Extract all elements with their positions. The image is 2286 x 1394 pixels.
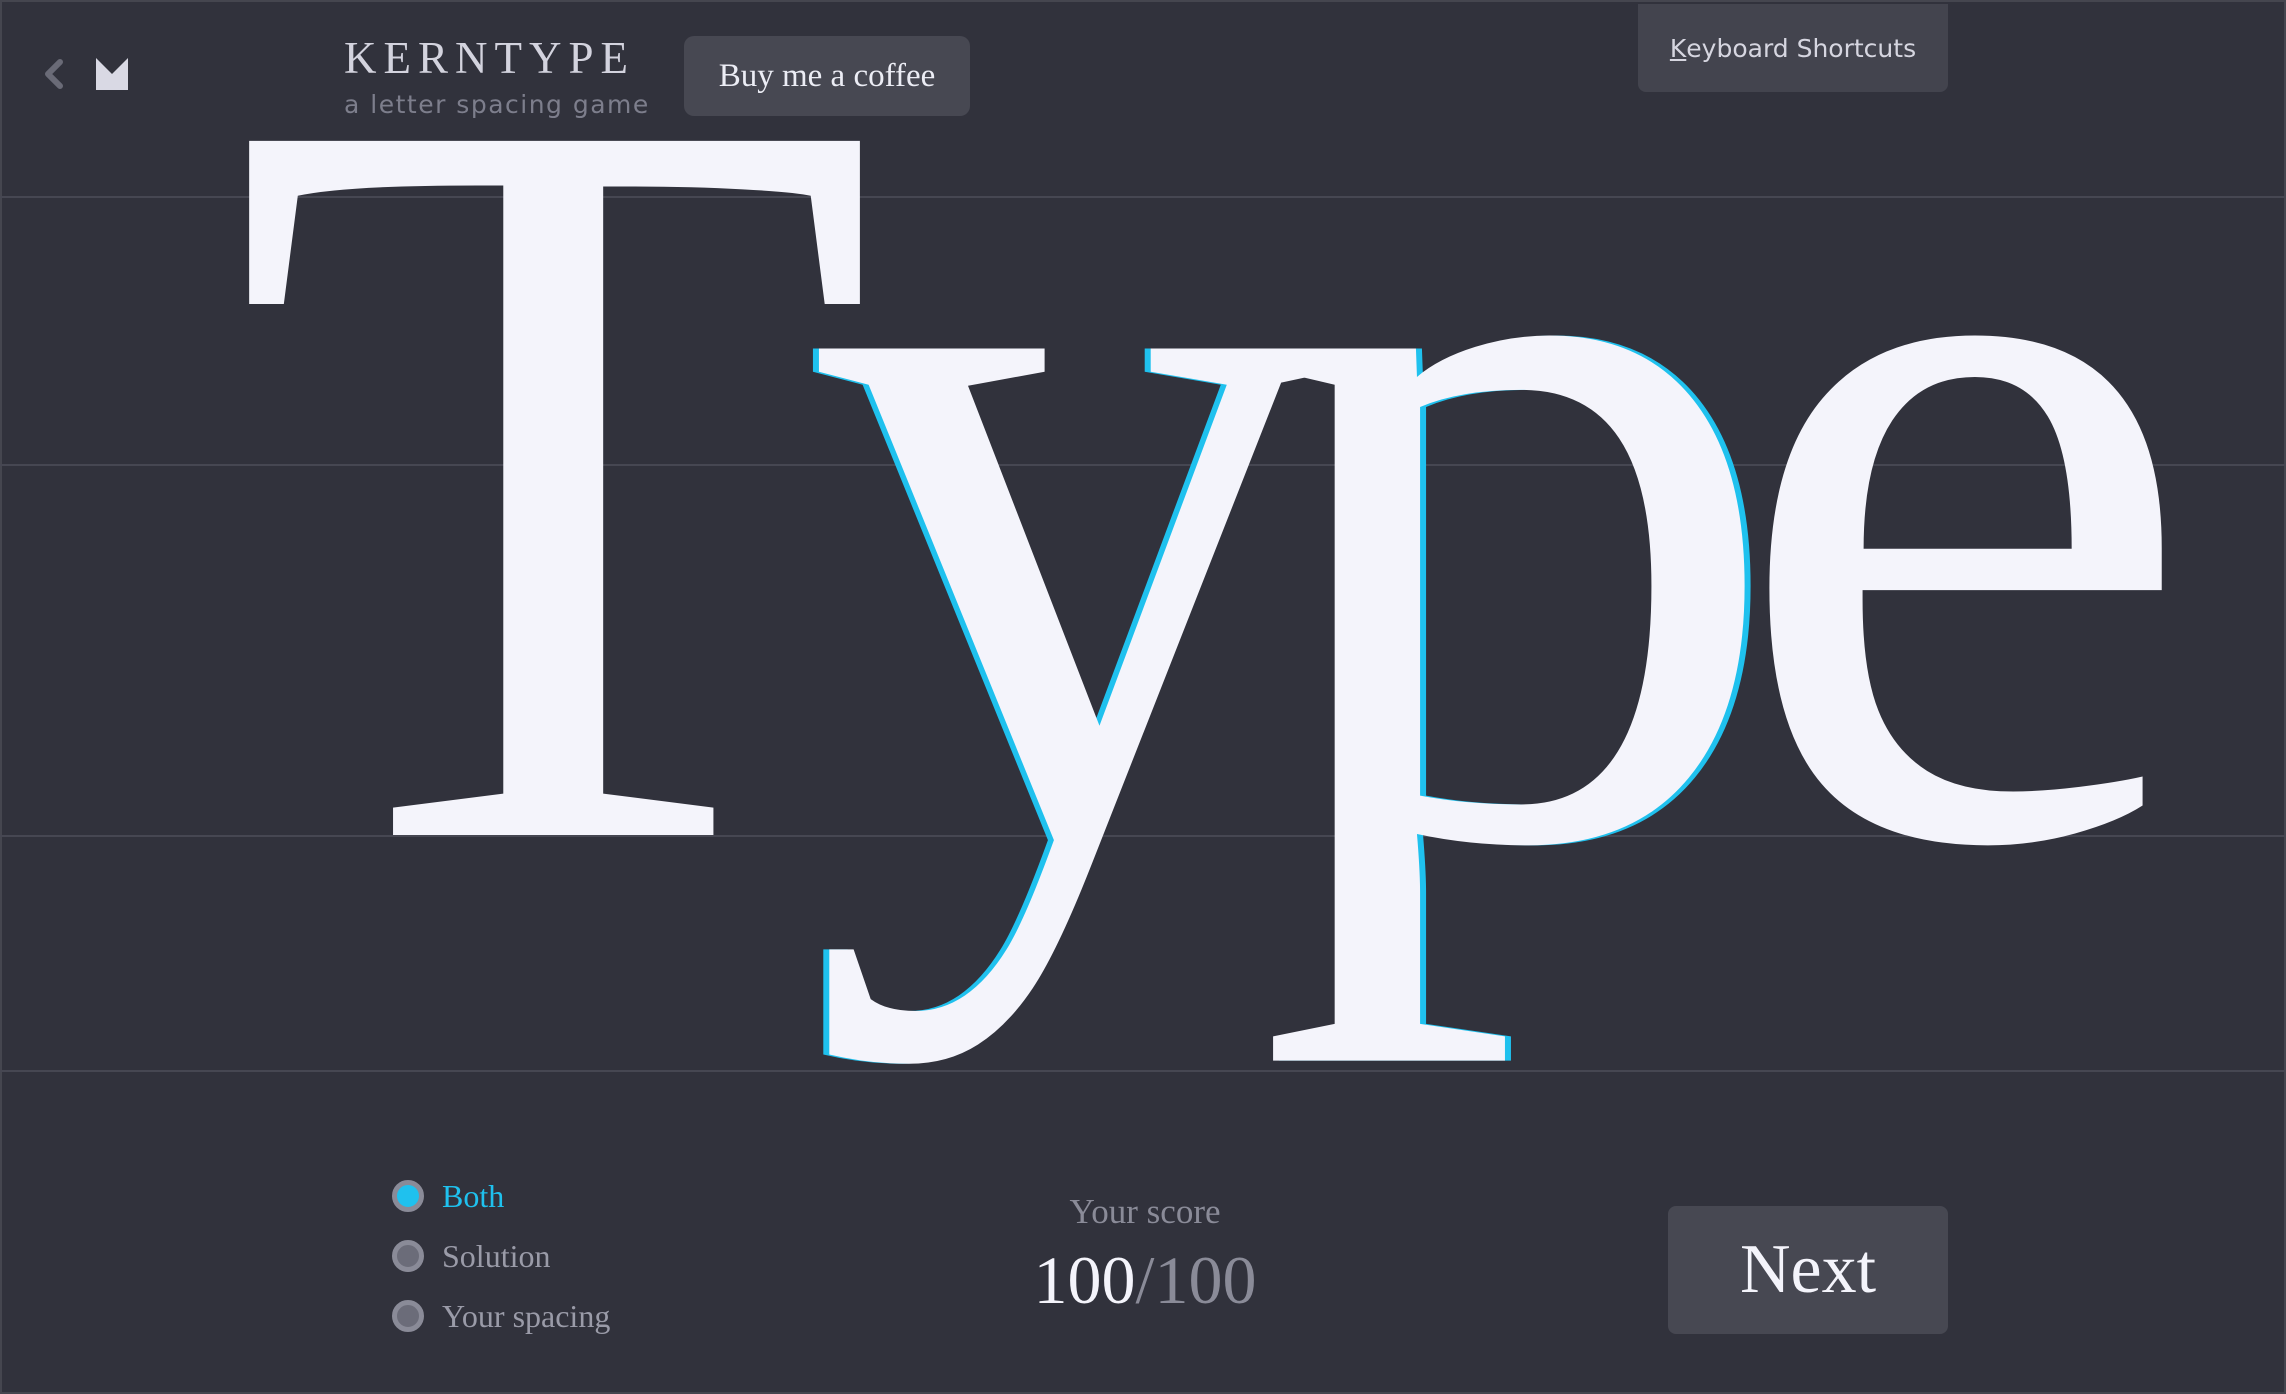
radio-indicator [392, 1300, 424, 1332]
score-label: Your score [1069, 1192, 1221, 1231]
score-value: 100 [1033, 1242, 1136, 1318]
view-mode-both[interactable]: Both [392, 1166, 610, 1226]
score-display: 100/100 [1000, 1240, 1290, 1320]
view-mode-label: Solution [442, 1237, 551, 1274]
score-separator: / [1135, 1242, 1155, 1318]
view-mode-solution[interactable]: Solution [392, 1226, 610, 1286]
letter-p[interactable]: p [1256, 0, 1786, 1067]
kerning-canvas: y p T y p e [230, 0, 2198, 1067]
letter-e[interactable]: e [1728, 0, 2198, 1065]
radio-indicator [392, 1180, 424, 1212]
score-max: 100 [1154, 1242, 1257, 1318]
radio-indicator [392, 1240, 424, 1272]
view-mode-your-spacing[interactable]: Your spacing [392, 1286, 610, 1346]
view-mode-group: Both Solution Your spacing [392, 1166, 610, 1346]
next-button[interactable]: Next [1668, 1206, 1948, 1334]
letter-t[interactable]: T [230, 0, 878, 1065]
view-mode-label: Your spacing [442, 1297, 611, 1334]
view-mode-label: Both [442, 1177, 505, 1214]
